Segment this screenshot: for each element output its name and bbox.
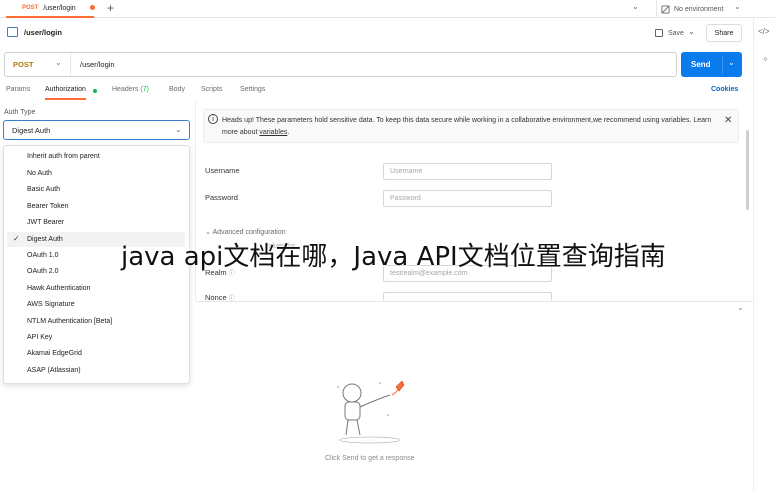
auth-type-select[interactable]: Digest Auth — [3, 120, 190, 140]
auth-option-aws[interactable]: AWS Signature — [27, 301, 75, 308]
auth-option-basic[interactable]: Basic Auth — [27, 186, 60, 193]
environment-chevron-icon[interactable]: ⌄ — [734, 2, 741, 11]
environment-selector[interactable]: No environment — [656, 0, 723, 18]
alert-text: Heads up! These parameters hold sensitiv… — [222, 115, 714, 139]
tab-authorization[interactable]: Authorization — [45, 86, 86, 100]
save-button[interactable]: Save — [651, 25, 688, 41]
no-environment-icon — [661, 4, 670, 14]
advanced-config-label: Advanced configuration — [212, 229, 286, 236]
chevron-down-icon: ⌄ — [205, 229, 211, 236]
send-options-chevron-icon[interactable]: ⌄ — [728, 58, 735, 67]
auth-option-api-key[interactable]: API Key — [27, 334, 52, 341]
info-icon: i — [208, 114, 218, 124]
auth-option-no-auth[interactable]: No Auth — [27, 170, 52, 177]
username-label: Username — [205, 166, 240, 175]
auth-option-akamai[interactable]: Akamai EdgeGrid — [27, 350, 82, 357]
request-tab-path: /user/login — [43, 4, 76, 12]
tab-params[interactable]: Params — [6, 86, 30, 100]
send-divider — [722, 55, 723, 74]
scrollbar[interactable] — [746, 130, 749, 210]
variables-link[interactable]: variables — [259, 129, 287, 136]
send-label[interactable]: Send — [691, 60, 711, 69]
environment-label: No environment — [674, 5, 724, 13]
auth-option-inherit[interactable]: Inherit auth from parent — [27, 153, 100, 160]
username-input[interactable]: Username — [383, 163, 552, 180]
auth-option-bearer[interactable]: Bearer Token — [27, 203, 69, 210]
response-collapse-chevron-icon[interactable]: ⌄ — [737, 303, 744, 312]
save-options-chevron-icon[interactable]: ⌄ — [688, 27, 695, 36]
auth-type-label: Auth Type — [4, 109, 36, 116]
tab-scripts[interactable]: Scripts — [201, 86, 222, 100]
save-label: Save — [668, 29, 684, 37]
password-label: Password — [205, 193, 238, 202]
astronaut-rocket-icon — [337, 380, 405, 444]
save-icon — [655, 29, 663, 37]
auth-option-oauth2[interactable]: OAuth 2.0 — [27, 268, 59, 275]
nonce-input[interactable] — [383, 292, 552, 301]
request-tab[interactable]: POST /user/login — [6, 0, 94, 18]
request-title[interactable]: /user/login — [24, 28, 62, 37]
overlay-caption: java api文档在哪，Java API文档位置查询指南 — [121, 242, 666, 272]
alert-message: Heads up! These parameters hold sensitiv… — [222, 117, 712, 136]
right-sidebar — [753, 18, 775, 490]
code-icon[interactable]: </> — [758, 27, 770, 36]
tab-body[interactable]: Body — [169, 86, 185, 100]
sparkle-icon[interactable]: ✧ — [762, 55, 769, 64]
response-hint: Click Send to get a response — [325, 455, 415, 462]
close-icon[interactable]: ✕ — [724, 115, 732, 126]
response-divider[interactable] — [196, 301, 753, 302]
tab-settings[interactable]: Settings — [240, 86, 265, 100]
auth-option-ntlm[interactable]: NTLM Authentication [Beta] — [27, 318, 112, 325]
new-tab-button[interactable]: + — [107, 1, 114, 15]
check-icon: ✓ — [13, 234, 20, 243]
unsaved-dot-icon — [90, 5, 95, 10]
method-chevron-icon[interactable]: ⌄ — [55, 58, 62, 67]
tab-list-chevron-icon[interactable]: ⌄ — [632, 2, 639, 11]
auth-active-dot-icon — [93, 89, 97, 93]
url-input[interactable]: /user/login — [80, 60, 115, 69]
headers-count: (7) — [140, 86, 149, 93]
http-request-icon — [7, 27, 18, 37]
auth-option-hawk[interactable]: Hawk Authentication — [27, 285, 90, 292]
password-input[interactable]: Password — [383, 190, 552, 207]
request-tab-method: POST — [22, 5, 39, 11]
auth-option-asap[interactable]: ASAP (Atlassian) — [27, 367, 81, 374]
tab-headers[interactable]: Headers (7) — [112, 86, 149, 100]
cookies-link[interactable]: Cookies — [711, 86, 738, 93]
alert-period: . — [287, 129, 290, 136]
auth-option-oauth1[interactable]: OAuth 1.0 — [27, 252, 59, 259]
tab-headers-label: Headers — [112, 86, 139, 93]
auth-type-chevron-icon[interactable]: ⌄ — [175, 125, 182, 134]
advanced-config-toggle[interactable]: ⌄ Advanced configuration — [205, 228, 286, 236]
share-button[interactable]: Share — [706, 24, 742, 42]
auth-option-jwt[interactable]: JWT Bearer — [27, 219, 64, 226]
auth-option-digest[interactable]: Digest Auth — [27, 236, 63, 243]
